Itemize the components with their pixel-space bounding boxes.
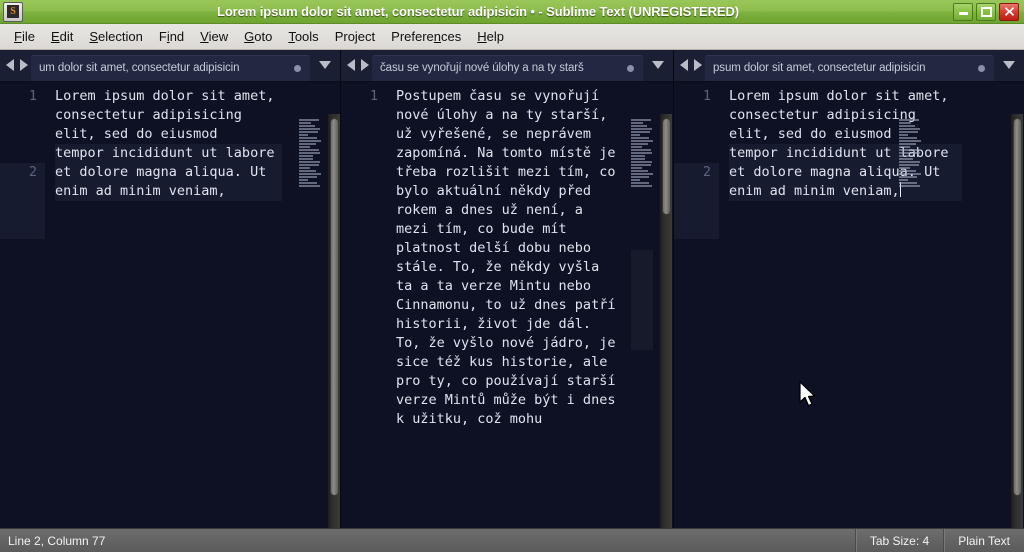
title-bar: S Lorem ipsum dolor sit amet, consectetu… (0, 0, 1024, 24)
status-bar: Line 2, Column 77 Tab Size: 4 Plain Text (0, 528, 1024, 552)
code-line-with-caret: tempor incididunt ut labore et dolore ma… (729, 144, 962, 201)
tab-scroll-right-icon[interactable] (694, 59, 702, 71)
code-line: Lorem ipsum dolor sit amet, consectetur … (729, 88, 957, 142)
vertical-scrollbar-1[interactable] (327, 114, 340, 528)
maximize-button[interactable] (976, 2, 996, 21)
syntax-status[interactable]: Plain Text (943, 528, 1024, 552)
menu-help[interactable]: Help (469, 27, 512, 46)
unsaved-dot-icon (627, 64, 634, 72)
scrollbar-thumb[interactable] (330, 118, 339, 496)
line-number: 1 (369, 88, 378, 104)
scrollbar-thumb[interactable] (1013, 118, 1022, 496)
editor-body-1[interactable]: 1 2 Lorem ipsum dolor sit amet, consecte… (0, 82, 340, 528)
tab-pane-1[interactable]: um dolor sit amet, consectetur adipisici… (31, 55, 310, 81)
app-icon: S (3, 1, 23, 22)
tab-nav-arrows-2 (341, 50, 372, 81)
editor-area: um dolor sit amet, consectetur adipisici… (0, 50, 1024, 528)
tab-pane-2[interactable]: času se vynořují nové úlohy a na ty star… (372, 55, 643, 81)
menu-find[interactable]: Find (151, 27, 192, 46)
tab-list-menu-2[interactable] (643, 50, 673, 81)
tab-bar-3: psum dolor sit amet, consectetur adipisi… (674, 50, 1024, 82)
vertical-scrollbar-3[interactable] (1010, 114, 1023, 528)
editor-body-2[interactable]: 1 Postupem času se vynořují nové úlohy a… (341, 82, 673, 528)
unsaved-dot-icon (294, 64, 301, 72)
code-line: Postupem času se vynořují nové úlohy a n… (396, 88, 624, 427)
editor-pane-3: psum dolor sit amet, consectetur adipisi… (674, 50, 1024, 528)
tab-list-menu-3[interactable] (994, 50, 1024, 81)
window-controls (953, 2, 1019, 21)
chevron-down-icon (319, 61, 331, 69)
menu-project[interactable]: Project (327, 27, 383, 46)
close-button[interactable] (999, 2, 1019, 21)
gutter-line-2: 2 (0, 163, 45, 239)
line-number: 1 (28, 88, 37, 104)
menu-goto[interactable]: Goto (236, 27, 280, 46)
menu-preferences[interactable]: Preferences (383, 27, 469, 46)
menu-file[interactable]: File (6, 27, 43, 46)
sublime-text-window: S Lorem ipsum dolor sit amet, consectetu… (0, 0, 1024, 552)
line-number: 1 (702, 88, 711, 104)
tab-scroll-left-icon[interactable] (347, 59, 355, 71)
chevron-down-icon (1003, 61, 1015, 69)
code-line: tempor incididunt ut labore et dolore ma… (55, 144, 283, 201)
code-content-1[interactable]: Lorem ipsum dolor sit amet, consectetur … (45, 82, 340, 528)
code-content-2[interactable]: Postupem času se vynořují nové úlohy a n… (386, 82, 673, 528)
gutter-line-2: 2 (674, 163, 719, 239)
tab-size-status[interactable]: Tab Size: 4 (854, 528, 943, 552)
menu-edit[interactable]: Edit (43, 27, 81, 46)
code-line-text: tempor incididunt ut labore et dolore ma… (729, 145, 957, 199)
minimize-button[interactable] (953, 2, 973, 21)
menu-selection[interactable]: Selection (81, 27, 150, 46)
editor-pane-1: um dolor sit amet, consectetur adipisici… (0, 50, 341, 528)
tab-scroll-left-icon[interactable] (6, 59, 14, 71)
cursor-position-status: Line 2, Column 77 (8, 533, 106, 548)
tab-scroll-right-icon[interactable] (361, 59, 369, 71)
gutter-line-1: 1 (341, 87, 386, 106)
maximize-icon (980, 6, 992, 17)
minimize-icon (958, 12, 968, 15)
vertical-scrollbar-2[interactable] (659, 114, 672, 528)
gutter-line-1: 1 (0, 87, 45, 163)
close-icon (1004, 7, 1014, 16)
editor-body-3[interactable]: 1 2 Lorem ipsum dolor sit amet, consecte… (674, 82, 1024, 528)
tab-label: psum dolor sit amet, consectetur adipisi… (713, 62, 926, 74)
tab-nav-arrows-3 (674, 50, 705, 81)
tab-bar-1: um dolor sit amet, consectetur adipisici… (0, 50, 340, 82)
tab-list-menu-1[interactable] (310, 50, 340, 81)
line-number: 2 (28, 164, 37, 180)
code-line: Lorem ipsum dolor sit amet, consectetur … (55, 88, 283, 142)
tab-label: um dolor sit amet, consectetur adipisici… (39, 62, 240, 74)
line-number-gutter-3: 1 2 (674, 82, 719, 528)
scrollbar-thumb[interactable] (662, 118, 671, 215)
line-number: 2 (702, 164, 711, 180)
menu-tools[interactable]: Tools (280, 27, 326, 46)
chevron-down-icon (652, 61, 664, 69)
tab-nav-arrows-1 (0, 50, 31, 81)
line-number-gutter-2: 1 (341, 82, 386, 528)
window-title: Lorem ipsum dolor sit amet, consectetur … (217, 4, 739, 19)
tab-bar-2: času se vynořují nové úlohy a na ty star… (341, 50, 673, 82)
editor-pane-2: času se vynořují nové úlohy a na ty star… (341, 50, 674, 528)
tab-scroll-right-icon[interactable] (20, 59, 28, 71)
tab-label: času se vynořují nové úlohy a na ty star… (380, 62, 584, 74)
menu-view[interactable]: View (192, 27, 236, 46)
line-number-gutter-1: 1 2 (0, 82, 45, 528)
sublime-logo-glyph: S (7, 5, 19, 18)
text-caret (899, 182, 901, 197)
tab-scroll-left-icon[interactable] (680, 59, 688, 71)
menu-bar: File Edit Selection Find View Goto Tools… (0, 24, 1024, 50)
tab-pane-3[interactable]: psum dolor sit amet, consectetur adipisi… (705, 55, 994, 81)
gutter-line-1: 1 (674, 87, 719, 163)
code-content-3[interactable]: Lorem ipsum dolor sit amet, consectetur … (719, 82, 1024, 528)
unsaved-dot-icon (978, 64, 985, 72)
